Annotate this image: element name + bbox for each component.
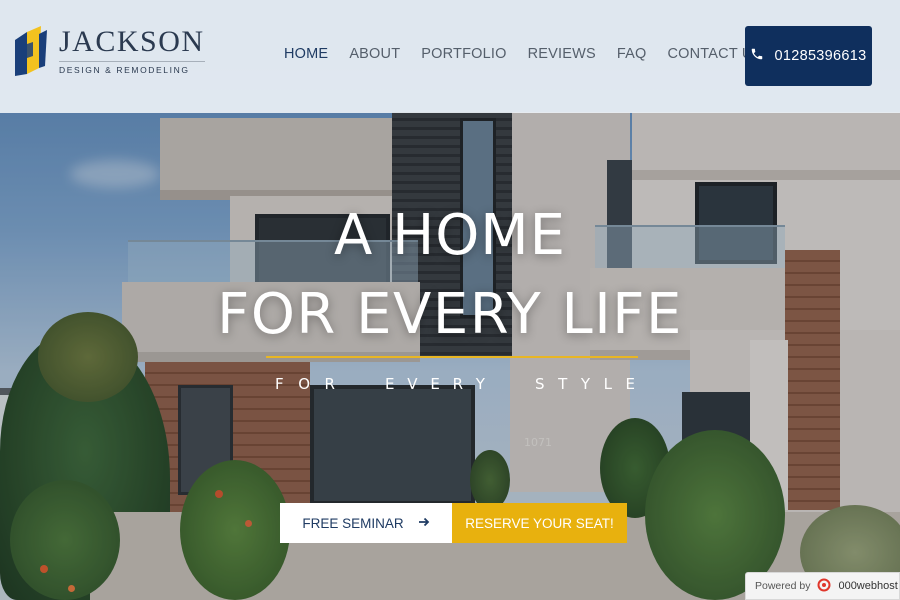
phone-call-button[interactable]: 01285396613 [745,26,872,86]
tagline-letter: E [385,375,395,393]
tagline-letter: V [407,375,418,393]
free-seminar-button[interactable]: FREE SEMINAR [280,503,452,543]
nav-faq[interactable]: FAQ [617,46,647,62]
site-header: JACKSON DESIGN & REMODELING HOME ABOUT P… [0,0,900,113]
logo-link[interactable]: JACKSON DESIGN & REMODELING [13,26,205,78]
tagline-letter: R [452,375,464,393]
logo-icon [13,26,49,78]
nav-home[interactable]: HOME [284,46,328,62]
tagline-word: STYLE [535,375,635,393]
webhost-brand: 000webhost [838,580,898,592]
main-nav: HOME ABOUT PORTFOLIO REVIEWS FAQ CONTACT… [284,46,762,62]
tagline-letter: E [430,375,440,393]
arrow-right-icon [418,516,430,531]
tagline-letter: Y [475,375,485,393]
tagline-letter: O [298,375,310,393]
tagline-word: FOR [275,375,335,393]
phone-number: 01285396613 [774,48,867,64]
hero-tagline: FOR EVERY STYLE [275,375,635,393]
phone-icon [750,46,764,67]
brand-subtitle: DESIGN & REMODELING [59,61,205,75]
tagline-letter: E [625,375,635,393]
powered-by-badge[interactable]: Powered by 000webhost [745,572,900,600]
tagline-word: EVERY [385,375,485,393]
tagline-letter: T [558,375,568,393]
nav-portfolio[interactable]: PORTFOLIO [421,46,506,62]
reserve-seat-label: RESERVE YOUR SEAT! [465,515,614,531]
nav-about[interactable]: ABOUT [349,46,400,62]
powered-by-text: Powered by [755,580,811,592]
headline-divider [266,356,638,358]
free-seminar-label: FREE SEMINAR [302,515,404,531]
tagline-letter: S [535,375,545,393]
reserve-seat-button[interactable]: RESERVE YOUR SEAT! [452,503,627,543]
hero-headline-line2: FOR EVERY LIFE [217,282,683,347]
hero-headline-line1: A HOME [334,203,566,268]
tagline-letter: Y [580,375,590,393]
brand-name: JACKSON [59,25,205,58]
tagline-letter: L [603,375,612,393]
nav-reviews[interactable]: REVIEWS [528,46,596,62]
tagline-letter: F [275,375,284,393]
webhost-logo-icon [817,578,831,595]
tagline-letter: R [324,375,335,393]
